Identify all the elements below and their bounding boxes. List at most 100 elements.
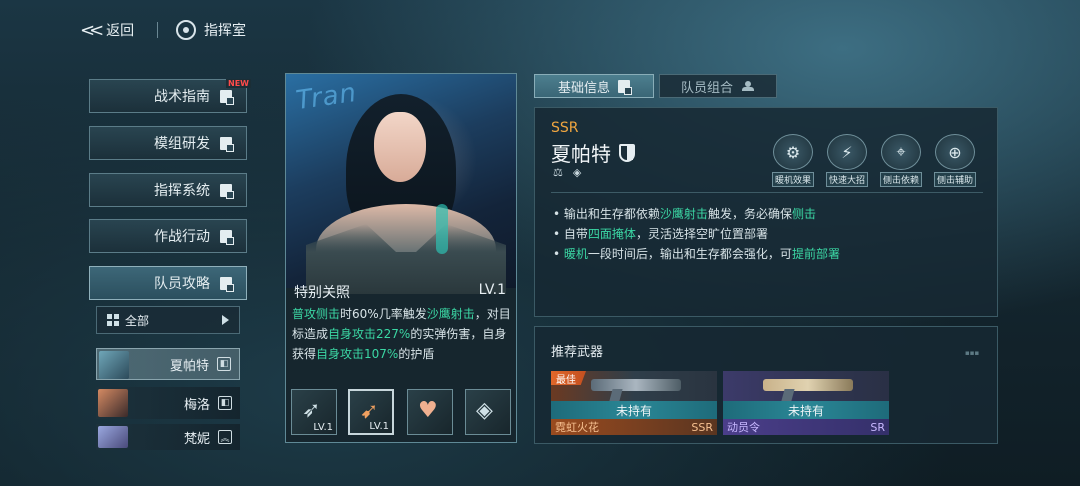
document-icon — [220, 136, 234, 152]
skill-slot-3[interactable]: ♥ — [407, 389, 453, 435]
weapon-card-mobilization[interactable]: 未持有 动员令 SR — [723, 371, 889, 435]
tips-list: 输出和生存都依赖沙鹰射击触发，务必确保侧击 自带四面掩体，灵活选择空旷位置部署 … — [553, 204, 840, 264]
triangle-right-icon — [222, 315, 229, 325]
character-avatar — [99, 351, 129, 379]
trait-label: 暖机效果 — [771, 172, 814, 187]
tip-text: 一段时间后，输出和生存都会强化，可 — [587, 247, 792, 261]
tip-text: ，灵活选择空旷位置部署 — [635, 227, 768, 241]
rarity-label: SSR — [551, 120, 579, 136]
tip-item: 暖机一段时间后，输出和生存都会强化，可提前部署 — [553, 244, 840, 264]
crate-skill-icon: ◈ — [476, 398, 493, 423]
document-icon — [220, 183, 234, 199]
gem-icon: ◈ — [572, 166, 582, 179]
character-portrait: Tran — [286, 74, 516, 294]
tip-item: 自带四面掩体，灵活选择空旷位置部署 — [553, 224, 840, 244]
scale-icon: ⚖ — [553, 166, 563, 179]
trait-tag[interactable]: ⊕ 侧击辅助 — [931, 134, 979, 187]
skill-description: 普攻侧击时60%几率触发沙鹰射击，对目标造成自身攻击227%的实弹伤害，自身获得… — [292, 304, 512, 364]
info-divider — [551, 192, 983, 193]
weapon-name: 动员令 — [727, 421, 760, 434]
menu-label: 指挥系统 — [154, 183, 210, 199]
character-avatar — [98, 426, 128, 448]
warmup-icon: ⚙ — [773, 134, 813, 170]
tab-team-combo[interactable]: 队员组合 — [659, 74, 777, 98]
skill-slot-4[interactable]: ◈ — [465, 389, 511, 435]
character-card: Tran 特别关照 LV.1 普攻侧击时60%几率触发沙鹰射击，对目标造成自身攻… — [285, 73, 517, 443]
menu-operations[interactable]: 作战行动 — [89, 219, 247, 253]
skill-desc-segment: 自身攻击227% — [328, 327, 411, 341]
character-row-meiluo[interactable]: 梅洛 ◧ — [96, 387, 240, 419]
basic-info-panel: SSR 夏帕特 ⚖ ◈ ⚙ 暖机效果 ⚡ 快速大招 ⌖ 侧击依赖 ⊕ 侧击辅助 … — [534, 107, 998, 317]
menu-command-system[interactable]: 指挥系统 — [89, 173, 247, 207]
filter-dropdown[interactable]: 全部 — [96, 306, 240, 334]
tip-text: 自带 — [563, 227, 588, 241]
trait-tag[interactable]: ⚙ 暖机效果 — [769, 134, 817, 187]
character-avatar — [98, 389, 128, 417]
tip-highlight: 提前部署 — [791, 247, 840, 261]
character-name: 梅洛 — [183, 397, 210, 413]
ownership-status: 未持有 — [551, 401, 717, 419]
crosshair-plus-icon: ⊕ — [935, 134, 975, 170]
weapon-card-neon-spark[interactable]: 最佳 未持有 霓虹火花 SSR — [551, 371, 717, 435]
menu-member-guide[interactable]: 队员攻略 — [89, 266, 247, 300]
tab-basic-info[interactable]: 基础信息 — [534, 74, 654, 98]
menu-label: 模组研发 — [154, 136, 210, 152]
shield-rank-icon: ◧ — [217, 357, 231, 371]
chevron-up-rank-icon: ︽ — [218, 430, 232, 444]
tab-label: 队员组合 — [680, 80, 733, 96]
character-name: 梵妮 — [183, 431, 210, 447]
lightning-icon: ⚡ — [827, 134, 867, 170]
document-icon — [220, 229, 234, 245]
skill-slot-level: LV.1 — [313, 422, 333, 433]
recommended-weapons-panel: 推荐武器 ▪▪▪ 最佳 未持有 霓虹火花 SSR 未持有 动员令 SR — [534, 326, 998, 444]
weapon-image — [723, 371, 889, 401]
tip-highlight: 侧击 — [791, 207, 816, 221]
menu-tactical-guide[interactable]: 战术指南 — [89, 79, 247, 113]
weapons-title: 推荐武器 — [551, 345, 604, 360]
tip-text: 触发，务必确保 — [707, 207, 792, 221]
heart-skill-icon: ♥ — [418, 398, 438, 423]
weapon-rarity: SR — [870, 420, 885, 434]
back-button[interactable]: << 返回 — [80, 18, 134, 42]
best-badge: 最佳 — [551, 371, 586, 385]
tip-highlight: 四面掩体 — [587, 227, 636, 241]
command-room-icon — [176, 20, 196, 40]
shield-rank-icon: ◧ — [218, 396, 232, 410]
location-indicator: 指挥室 — [176, 18, 246, 42]
document-icon — [220, 89, 234, 105]
weapon-name: 霓虹火花 — [555, 421, 599, 434]
trait-tags: ⚙ 暖机效果 ⚡ 快速大招 ⌖ 侧击依赖 ⊕ 侧击辅助 — [769, 134, 979, 187]
crosshair-icon: ⌖ — [881, 134, 921, 170]
character-name: 夏帕特 — [551, 142, 611, 166]
skill-slot-1[interactable]: ➶ LV.1 — [291, 389, 337, 435]
tip-text: 输出和生存都依赖 — [563, 207, 660, 221]
ownership-status: 未持有 — [723, 401, 889, 419]
menu-module-research[interactable]: 模组研发 — [89, 126, 247, 160]
skill-desc-segment: 自身攻击107% — [316, 347, 399, 361]
trait-tag[interactable]: ⚡ 快速大招 — [823, 134, 871, 187]
grid-icon — [107, 314, 119, 326]
character-row-chapat[interactable]: 夏帕特 ◧ — [96, 348, 240, 380]
back-chevron-icon: << — [80, 19, 104, 41]
trait-tag[interactable]: ⌖ 侧击依赖 — [877, 134, 925, 187]
neon-sign-decoration: Tran — [294, 77, 359, 117]
skill-slot-2[interactable]: ➹ LV.1 — [348, 389, 394, 435]
character-name: 夏帕特 — [169, 358, 209, 374]
header-divider — [157, 22, 158, 38]
arrows-skill-icon: ➶ — [302, 398, 321, 423]
skill-name: 特别关照 — [294, 285, 350, 301]
menu-label: 队员攻略 — [154, 276, 210, 292]
shield-class-icon — [619, 143, 635, 162]
document-icon — [220, 276, 234, 292]
location-label: 指挥室 — [204, 23, 246, 39]
weapon-rarity: SSR — [691, 420, 713, 434]
back-label: 返回 — [106, 23, 135, 39]
tip-item: 输出和生存都依赖沙鹰射击触发，务必确保侧击 — [553, 204, 840, 224]
tip-highlight: 沙鹰射击 — [659, 207, 708, 221]
filter-label: 全部 — [125, 313, 150, 328]
tip-highlight: 暖机 — [563, 247, 588, 261]
character-row-fanni[interactable]: 梵妮 ︽ — [96, 424, 240, 450]
trait-label: 快速大招 — [825, 172, 868, 187]
skill-desc-segment: 沙鹰射击 — [426, 307, 475, 321]
new-badge: NEW — [226, 79, 251, 88]
